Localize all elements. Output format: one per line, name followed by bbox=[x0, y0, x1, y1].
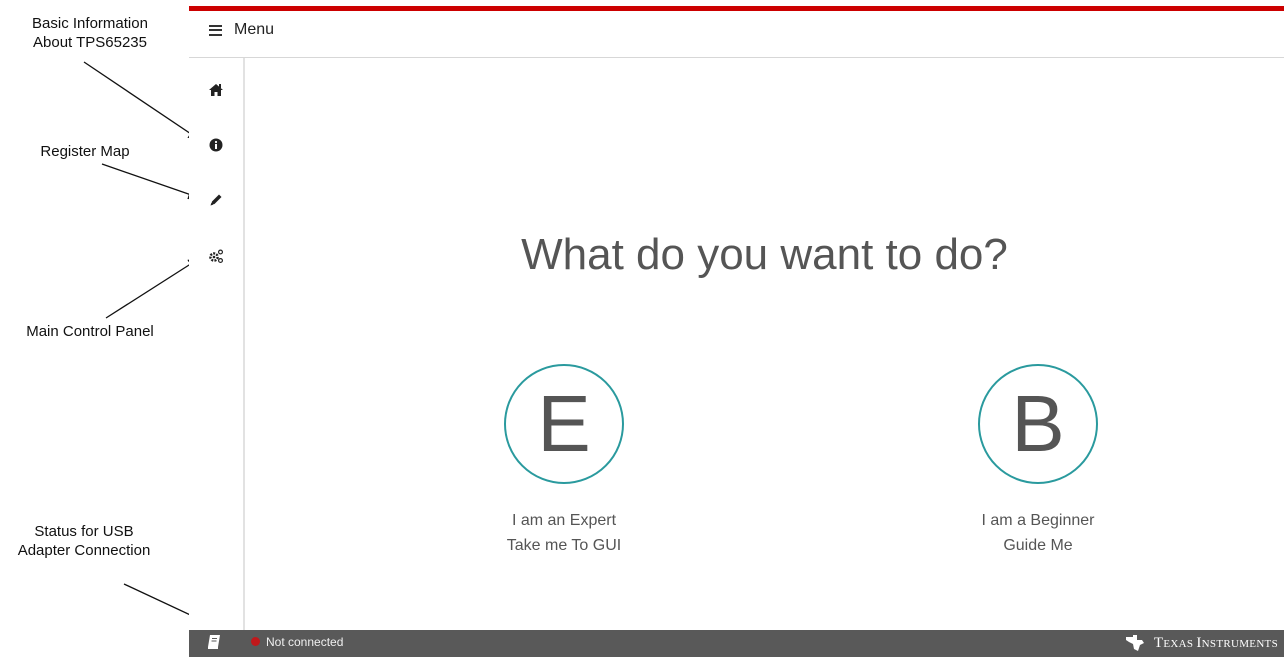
app-window: Menu What do you want to do? E I am an E… bbox=[189, 0, 1284, 657]
expert-label[interactable]: I am an Expert Take me To GUI bbox=[444, 508, 684, 558]
expert-circle-button[interactable]: E bbox=[504, 364, 624, 484]
pencil-icon[interactable] bbox=[206, 190, 226, 210]
ti-wordmark: TEXAS INSTRUMENTS bbox=[1153, 634, 1278, 651]
annotation-usb-status: Status for USB Adapter Connection bbox=[17, 523, 151, 559]
beginner-label-line2: Guide Me bbox=[1003, 537, 1073, 554]
expert-choice[interactable]: E I am an Expert Take me To GUI bbox=[444, 364, 684, 558]
info-icon[interactable] bbox=[206, 135, 226, 155]
beginner-label[interactable]: I am a Beginner Guide Me bbox=[918, 508, 1158, 558]
status-bar: Not connected TEXAS INSTRUMENTS bbox=[189, 630, 1284, 657]
expert-label-line2: Take me To GUI bbox=[506, 537, 622, 554]
annotation-main-control: Main Control Panel bbox=[26, 323, 154, 340]
connection-status-text: Not connected bbox=[266, 634, 344, 649]
book-icon[interactable] bbox=[207, 634, 221, 649]
sidebar bbox=[189, 58, 245, 630]
menu-label: Menu bbox=[234, 21, 275, 38]
expert-label-line1: I am an Expert bbox=[511, 512, 617, 529]
gears-icon[interactable] bbox=[206, 246, 226, 266]
annotation-register-map: Register Map bbox=[40, 143, 130, 160]
ti-chip-icon bbox=[1125, 635, 1144, 651]
connection-status-dot bbox=[251, 637, 260, 646]
ti-logo: TEXAS INSTRUMENTS bbox=[1124, 634, 1278, 652]
page-title: What do you want to do? bbox=[521, 230, 1008, 279]
main-content: What do you want to do? E I am an Expert… bbox=[245, 58, 1284, 630]
beginner-choice[interactable]: B I am a Beginner Guide Me bbox=[918, 364, 1158, 558]
hamburger-icon bbox=[209, 24, 222, 36]
beginner-circle-button[interactable]: B bbox=[978, 364, 1098, 484]
status-left: Not connected bbox=[207, 634, 343, 649]
beginner-label-line1: I am a Beginner bbox=[981, 512, 1095, 529]
home-icon[interactable] bbox=[206, 80, 226, 100]
header-bar: Menu bbox=[189, 11, 1284, 58]
annotation-basic-info: Basic Information About TPS65235 bbox=[32, 15, 148, 51]
menu-button[interactable]: Menu bbox=[209, 21, 274, 39]
